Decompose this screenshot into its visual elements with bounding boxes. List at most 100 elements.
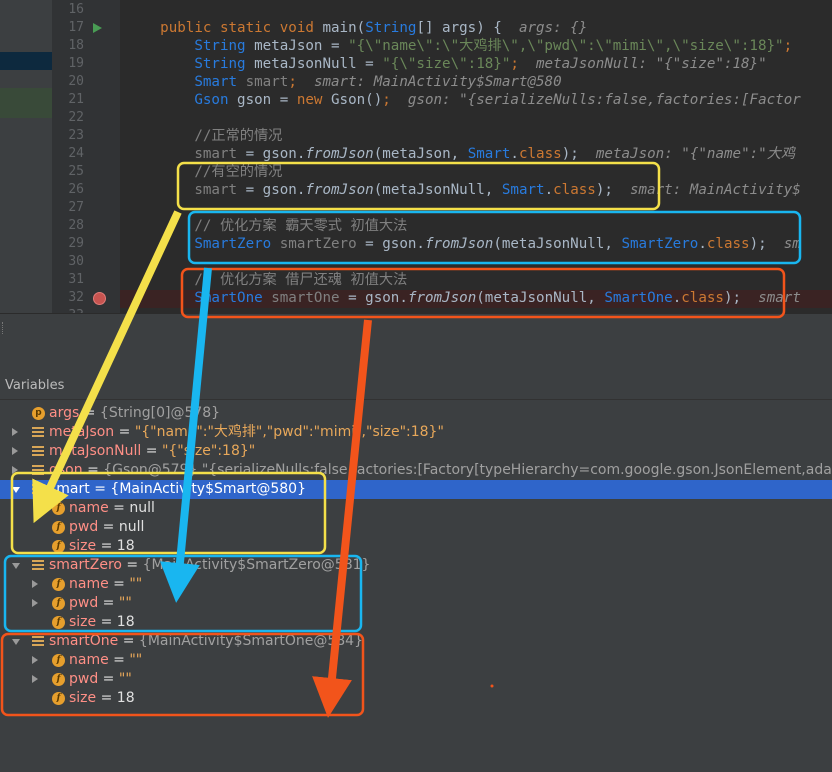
expanded-toggle-icon[interactable]: [12, 563, 20, 569]
variable-value: "": [118, 671, 132, 687]
code-line[interactable]: 27: [0, 199, 832, 217]
code-line[interactable]: 26 smart = gson.fromJson(metaJsonNull, S…: [0, 181, 832, 199]
code-token: smart: [245, 74, 289, 90]
variable-row[interactable]: gson = {Gson@579} "{serializeNulls:false…: [0, 461, 832, 480]
code-token: metaJsonNull: "{"size":18}": [536, 56, 767, 72]
variable-text: pwd = null: [69, 518, 144, 537]
code-token: .: [544, 182, 554, 198]
code-token: SmartOne: [604, 290, 673, 306]
code-line[interactable]: 20 Smart smart; smart: MainActivity$Smar…: [0, 73, 832, 91]
field-icon: f: [52, 673, 65, 686]
drag-handle-icon[interactable]: [2, 322, 6, 334]
variable-row[interactable]: f size = 18: [0, 689, 832, 708]
code-token: // 优化方案 借尸还魂 初值大法: [126, 272, 408, 288]
line-number: 32: [68, 290, 84, 305]
code-token: ;: [783, 38, 793, 54]
variable-text: metaJson = "{"name":"大鸡排","pwd":"mimi","…: [49, 423, 444, 442]
code-line[interactable]: 31 // 优化方案 借尸还魂 初值大法: [0, 271, 832, 289]
collapsed-toggle-icon[interactable]: [32, 656, 38, 664]
run-arrow-icon[interactable]: [93, 23, 102, 33]
expanded-toggle-icon[interactable]: [12, 639, 20, 645]
variable-text: size = 18: [69, 613, 135, 632]
field-icon: f: [52, 654, 65, 667]
field-icon: f: [52, 502, 65, 515]
code-line[interactable]: 25 //有空的情况: [0, 163, 832, 181]
code-token: (metaJsonNull,: [493, 236, 622, 252]
line-number: 31: [68, 272, 84, 287]
variable-value: "{"size":18}": [161, 443, 256, 459]
code-token: (metaJson,: [373, 146, 468, 162]
code-line[interactable]: 28 // 优化方案 霸天零式 初值大法: [0, 217, 832, 235]
code-token: SmartZero: [126, 236, 280, 252]
code-token: smart: MainActivity$: [630, 182, 801, 198]
variable-text: name = "": [69, 575, 142, 594]
breakpoint-icon[interactable]: [93, 292, 106, 305]
variable-value: {Gson@579} "{serializeNulls:false,factor…: [103, 462, 832, 478]
variable-row[interactable]: f name = "": [0, 651, 832, 670]
equals-sign: =: [89, 481, 111, 497]
variable-name: smartZero: [49, 557, 122, 573]
variable-row[interactable]: smartZero = {MainActivity$SmartZero@581}: [0, 556, 832, 575]
code-token: smartZero: [279, 236, 357, 252]
variable-row[interactable]: metaJsonNull = "{"size":18}": [0, 442, 832, 461]
collapsed-toggle-icon[interactable]: [12, 466, 18, 474]
collapsed-toggle-icon[interactable]: [32, 675, 38, 683]
variable-text: metaJsonNull = "{"size":18}": [49, 442, 255, 461]
collapsed-toggle-icon[interactable]: [32, 580, 38, 588]
code-line[interactable]: 22: [0, 109, 832, 127]
variable-text: smartZero = {MainActivity$SmartZero@581}: [49, 556, 370, 575]
code-editor[interactable]: 16 17 public static void main(String[] ar…: [0, 0, 832, 313]
variable-row[interactable]: f pwd = "": [0, 670, 832, 689]
collapsed-toggle-icon[interactable]: [12, 428, 18, 436]
code-token: Gson(): [331, 92, 383, 108]
variable-row[interactable]: f size = 18: [0, 537, 832, 556]
variable-row[interactable]: f pwd = "": [0, 594, 832, 613]
variable-row[interactable]: f name = null: [0, 499, 832, 518]
code-text: // 优化方案 借尸还魂 初值大法: [126, 271, 407, 289]
variable-value: {MainActivity$Smart@580}: [110, 481, 306, 497]
code-token: Gson: [126, 92, 238, 108]
code-token: "{\"size\":18}": [382, 56, 511, 72]
field-icon: f: [52, 616, 65, 629]
field-icon: f: [52, 578, 65, 591]
code-token: .: [510, 146, 519, 162]
equals-sign: =: [96, 538, 117, 554]
parameter-icon: p: [32, 407, 45, 420]
code-token: new: [296, 92, 332, 108]
code-token: [] args) {: [416, 20, 519, 36]
variable-text: name = "": [69, 651, 142, 670]
variable-row[interactable]: p args = {String[0]@578}: [0, 404, 832, 423]
variables-tree[interactable]: p args = {String[0]@578} metaJson = "{"nam…: [0, 400, 832, 772]
variable-row[interactable]: f name = "": [0, 575, 832, 594]
code-line[interactable]: 23 //正常的情况: [0, 127, 832, 145]
code-token: = gson.: [339, 290, 408, 306]
variable-name: size: [69, 614, 97, 630]
code-text: public static void main(String[] args) {…: [126, 19, 587, 37]
code-line[interactable]: 18 String metaJson = "{\"name\":\"大鸡排\",…: [0, 37, 832, 55]
variable-row[interactable]: metaJson = "{"name":"大鸡排","pwd":"mimi","…: [0, 423, 832, 442]
expanded-toggle-icon[interactable]: [12, 487, 20, 493]
code-line[interactable]: 17 public static void main(String[] args…: [0, 19, 832, 37]
code-token: "{\"name\":\"大鸡排\",\"pwd\":\"mimi\",\"si…: [348, 38, 784, 54]
code-line[interactable]: 19 String metaJsonNull = "{\"size\":18}"…: [0, 55, 832, 73]
code-line[interactable]: 30: [0, 253, 832, 271]
code-line[interactable]: 24 smart = gson.fromJson(metaJson, Smart…: [0, 145, 832, 163]
code-line[interactable]: 21 Gson gson = new Gson(); gson: "{seria…: [0, 91, 832, 109]
collapsed-toggle-icon[interactable]: [12, 447, 18, 455]
code-line[interactable]: 16: [0, 1, 832, 19]
code-line[interactable]: 32 SmartOne smartOne = gson.fromJson(met…: [0, 289, 832, 307]
variable-row[interactable]: smart = {MainActivity$Smart@580}: [0, 480, 832, 499]
variable-row[interactable]: f size = 18: [0, 613, 832, 632]
code-token: String: [126, 56, 255, 72]
code-token: metaJsonNull =: [254, 56, 383, 72]
code-token: String: [365, 20, 417, 36]
collapsed-toggle-icon[interactable]: [32, 599, 38, 607]
equals-sign: =: [98, 671, 119, 687]
object-icon: [32, 446, 44, 457]
variables-header: Variables: [0, 373, 832, 400]
variable-row[interactable]: smartOne = {MainActivity$SmartOne@584}: [0, 632, 832, 651]
variable-row[interactable]: f pwd = null: [0, 518, 832, 537]
object-icon: [32, 465, 44, 476]
code-line[interactable]: 29 SmartZero smartZero = gson.fromJson(m…: [0, 235, 832, 253]
code-token: String: [126, 38, 255, 54]
